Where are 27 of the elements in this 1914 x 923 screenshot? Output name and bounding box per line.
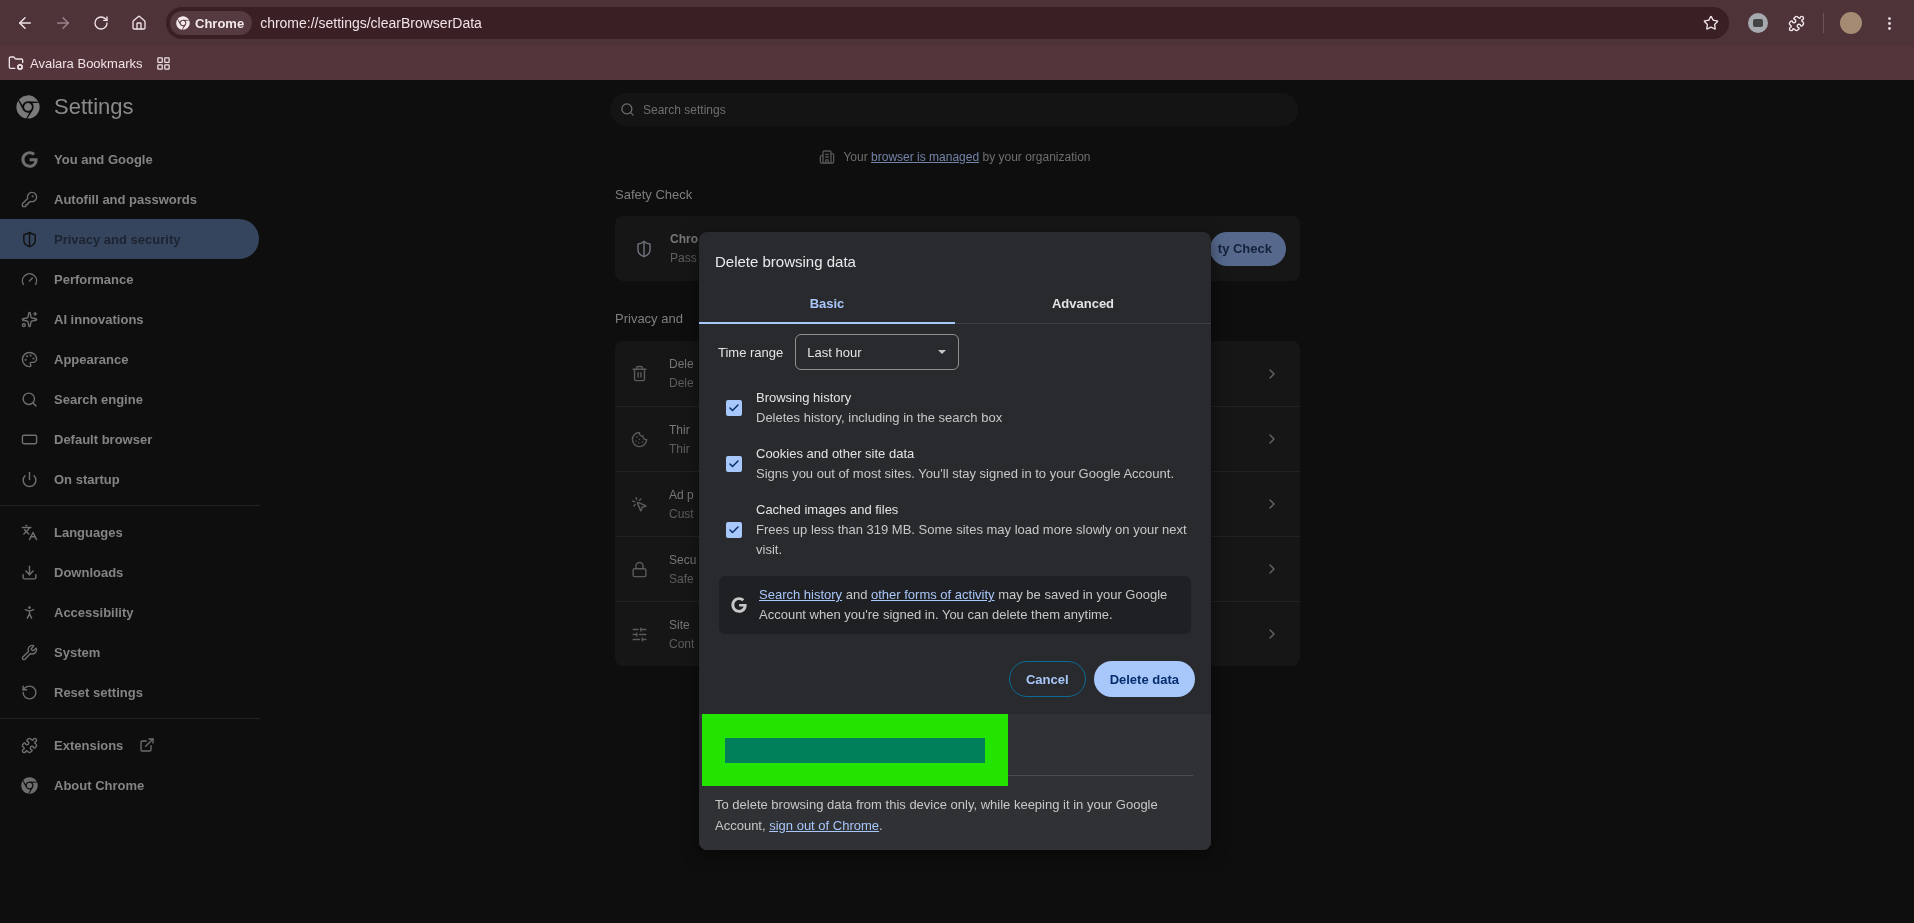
option-description: Signs you out of most sites. You'll stay signed in to your Google Account. [756,465,1175,483]
row-title: Ad p [669,487,695,502]
option-title: Cached images and files [756,501,900,519]
section-heading: Privacy and [615,311,684,326]
footer-text: To delete browsing data from this device only, while keeping it in your Google Account, sign out of Chrome. [714,796,1159,835]
row-title: Thir [669,422,691,437]
managed-notice: Your browser is managed by your organization [843,150,1091,164]
row-subtitle: Cont [669,636,696,651]
notice-text: Search history and other forms of activity may be saved in your Google Account when you're signed in. You can delete them anytime. [759,586,1169,624]
row-title: Dele [669,357,695,371]
option-description: Deletes history, including in the search box [756,409,1004,427]
row-title: Secu [669,552,698,567]
option-title: Cookies and other site data [756,445,916,463]
section-heading: Safety Check [615,187,694,202]
dialog-title: Delete browsing data [714,252,857,272]
row-subtitle: Dele [669,376,695,390]
settings-title: Settings [54,94,134,120]
row-subtitle: Thir [669,441,691,456]
url-text: chrome://settings/clearBrowserData [260,15,483,31]
time-range-label: Time range [718,344,784,360]
row-subtitle: Cust [669,506,695,521]
option-title: Browsing history [756,389,853,407]
row-subtitle: Pass [670,251,698,265]
option-description: Frees up less than 319 MB. Some sites may load more slowly on your next visit. [756,521,1188,559]
row-subtitle: Safe [669,571,695,586]
row-title: Chro [670,232,699,246]
row-title: Site [669,617,691,632]
